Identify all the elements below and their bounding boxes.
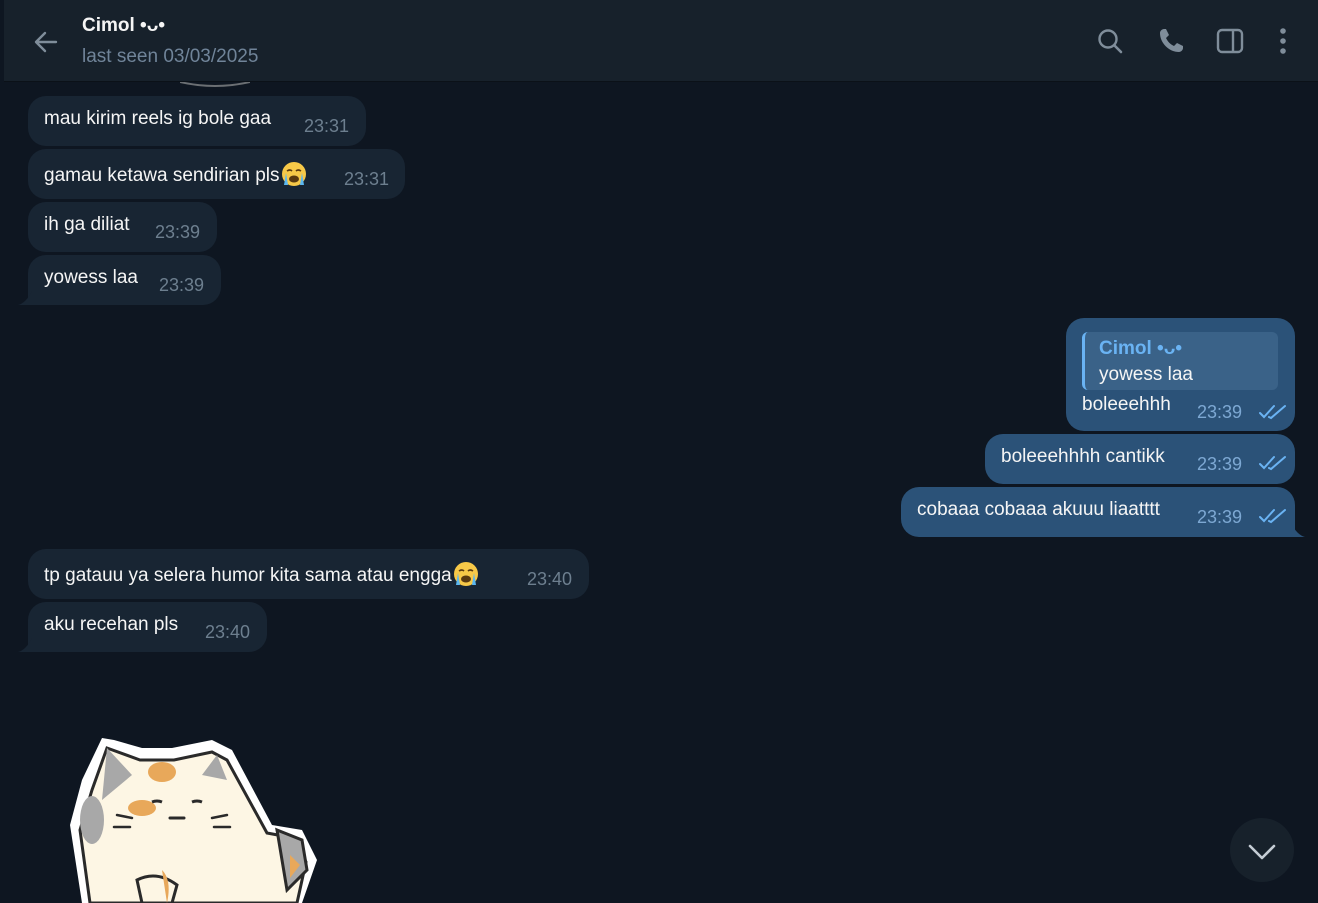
arrow-left-icon — [34, 31, 58, 53]
message-bubble[interactable]: mau kirim reels ig bole gaa 23:31 — [28, 96, 366, 146]
message-bubble[interactable]: Cimol •ᴗ• yowess laa boleeehhh 23:39 — [1066, 318, 1295, 431]
message-text: ih ga diliat — [44, 214, 130, 235]
message-bubble[interactable]: tp gatauu ya selera humor kita sama atau… — [28, 549, 589, 599]
cat-sticker[interactable] — [62, 730, 322, 903]
bubble-tail — [18, 291, 32, 305]
chevron-down-icon — [1248, 844, 1276, 860]
reply-author: Cimol •ᴗ• — [1099, 338, 1182, 359]
double-check-icon — [1259, 456, 1286, 471]
message-time: 23:39 — [1197, 507, 1243, 527]
message-bubble[interactable]: aku recehan pls 23:40 — [18, 602, 267, 652]
message-time: 23:39 — [1197, 402, 1243, 422]
double-check-icon — [1259, 405, 1286, 420]
back-button[interactable] — [30, 26, 62, 58]
message-text: gamau ketawa sendirian pls — [44, 161, 307, 187]
message-bubble[interactable]: boleeehhhh cantikk 23:39 — [985, 434, 1295, 484]
message-bubble[interactable]: cobaaa cobaaa akuuu liaatttt 23:39 — [901, 487, 1305, 537]
scroll-to-bottom-button[interactable] — [1230, 818, 1294, 882]
message-bubble[interactable]: yowess laa 23:39 — [18, 255, 221, 305]
sidebar-toggle-icon — [1216, 28, 1244, 54]
message-text: cobaaa cobaaa akuuu liaatttt — [917, 499, 1160, 520]
message-time: 23:39 — [1197, 454, 1243, 474]
last-seen-status: last seen 03/03/2025 — [82, 46, 259, 67]
toggle-sidebar-button[interactable] — [1214, 25, 1246, 57]
message-text: tp gatauu ya selera humor kita sama atau… — [44, 561, 479, 587]
message-text: yowess laa — [44, 267, 138, 288]
bubble-tail — [1291, 523, 1305, 537]
chat-header: Cimol •ᴗ• last seen 03/03/2025 — [4, 0, 1318, 82]
message-text: boleeehhhh cantikk — [1001, 446, 1165, 467]
more-vertical-icon — [1280, 28, 1286, 54]
message-time: 23:31 — [304, 116, 350, 136]
message-text: aku recehan pls — [44, 614, 179, 635]
message-text: boleeehhh — [1082, 394, 1171, 415]
search-button[interactable] — [1094, 25, 1126, 57]
sticker-edge — [180, 82, 250, 87]
message-time: 23:39 — [155, 222, 201, 242]
reply-quote[interactable]: Cimol •ᴗ• yowess laa — [1082, 332, 1278, 390]
message-time: 23:31 — [344, 169, 390, 189]
message-time: 23:39 — [159, 275, 205, 295]
reply-text: yowess laa — [1099, 364, 1193, 385]
message-text: mau kirim reels ig bole gaa — [44, 108, 272, 129]
search-icon — [1098, 29, 1123, 54]
loudly-crying-face-emoji — [281, 161, 307, 187]
message-bubble[interactable]: ih ga diliat 23:39 — [28, 202, 217, 252]
loudly-crying-face-emoji — [453, 561, 479, 587]
message-bubble[interactable]: gamau ketawa sendirian pls 23:31 — [28, 149, 405, 199]
phone-icon — [1160, 29, 1183, 52]
more-menu-button[interactable] — [1267, 25, 1299, 57]
message-list[interactable]: mau kirim reels ig bole gaa 23:31 gamau … — [0, 82, 1318, 903]
double-check-icon — [1259, 509, 1286, 524]
call-button[interactable] — [1155, 25, 1187, 57]
message-time: 23:40 — [205, 622, 251, 642]
contact-name[interactable]: Cimol •ᴗ• — [82, 15, 165, 37]
bubble-tail — [18, 638, 32, 652]
message-time: 23:40 — [527, 569, 573, 589]
